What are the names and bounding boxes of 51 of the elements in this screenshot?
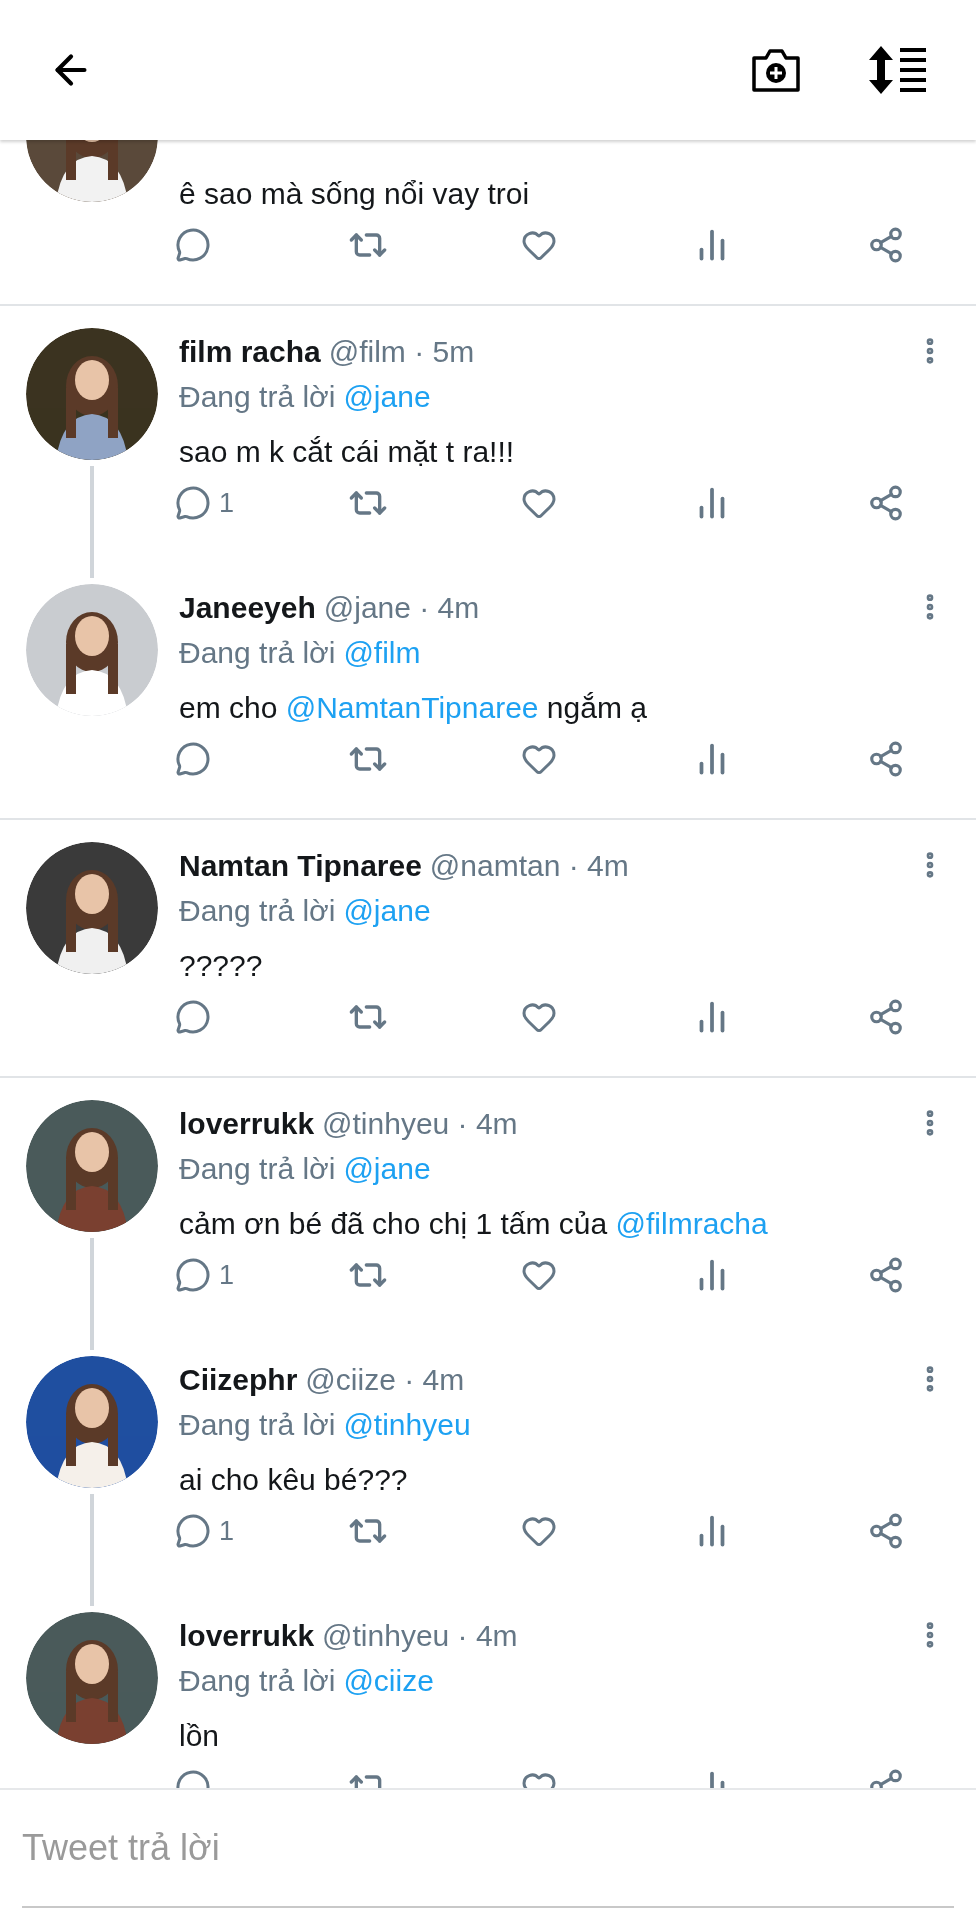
share-icon[interactable] [867, 1256, 905, 1294]
share-icon[interactable] [867, 1512, 905, 1550]
mention-link[interactable]: @ciize [343, 1657, 434, 1703]
reply-icon[interactable] [175, 741, 211, 777]
tweet-text: ????? [179, 947, 263, 984]
tweet-meta: @film · 5m [328, 333, 475, 370]
reply-count: 1 [219, 1514, 235, 1548]
tweet-meta: @tinhyeu · 4m [322, 1105, 518, 1142]
share-icon[interactable] [867, 226, 905, 264]
tweet-text: sao m k cắt cái mặt t ra!!! [179, 433, 515, 470]
tweet-text: em cho @NamtanTipnaree ngắm ạ [179, 689, 647, 726]
reply-label: Đang trả lời [179, 634, 336, 671]
mention-link[interactable]: @filmracha [615, 1206, 768, 1240]
share-icon[interactable] [867, 740, 905, 778]
tweet-text: ai cho kêu bé??? [179, 1461, 408, 1498]
sort-icon[interactable] [868, 46, 928, 94]
reply-icon[interactable] [175, 1513, 211, 1549]
mention-link[interactable]: @jane [343, 1145, 431, 1191]
reply-count: 1 [219, 1258, 235, 1292]
mention-link[interactable]: @jane [343, 373, 431, 419]
user-name[interactable]: loverrukk [179, 1612, 315, 1658]
tweet-text: ê sao mà sống nổi vay troi [179, 175, 530, 212]
reply-icon[interactable] [175, 1257, 211, 1293]
mention-link[interactable]: @NamtanTipnaree [285, 690, 539, 724]
user-name[interactable]: loverrukk [179, 1100, 315, 1146]
user-name[interactable]: Janeeyeh [179, 584, 316, 630]
mention-link[interactable]: @tinhyeu [343, 1401, 471, 1447]
tweet-meta: @namtan · 4m [429, 847, 629, 884]
reply-icon[interactable] [175, 485, 211, 521]
tweet-meta: @ciize · 4m [305, 1361, 465, 1398]
share-icon[interactable] [867, 998, 905, 1036]
tweet-meta: @tinhyeu · 4m [322, 1617, 518, 1654]
reply-field[interactable]: Tweet trả lời [22, 1790, 954, 1908]
user-name[interactable]: Ciizephr [179, 1356, 298, 1402]
reply-icon[interactable] [175, 999, 211, 1035]
reply-label: Đang trả lời [179, 1150, 336, 1187]
reply-label: Đang trả lời [179, 1662, 336, 1699]
reply-count: 1 [219, 486, 235, 520]
reply-label: Đang trả lời [179, 892, 336, 929]
tweet-meta: @jane · 4m [323, 589, 480, 626]
share-icon[interactable] [867, 484, 905, 522]
mention-link[interactable]: @film [343, 629, 421, 675]
reply-icon[interactable] [175, 227, 211, 263]
reply-label: Đang trả lời [179, 378, 336, 415]
tweet-text: lồn [179, 1717, 220, 1754]
user-name[interactable]: Namtan Tipnaree [179, 842, 422, 888]
tweet-text: cảm ơn bé đã cho chị 1 tấm của @filmracha [179, 1205, 768, 1242]
reply-label: Đang trả lời [179, 1406, 336, 1443]
camera-plus-icon[interactable] [750, 46, 802, 94]
mention-link[interactable]: @jane [343, 887, 431, 933]
user-name[interactable]: film racha [179, 328, 321, 374]
